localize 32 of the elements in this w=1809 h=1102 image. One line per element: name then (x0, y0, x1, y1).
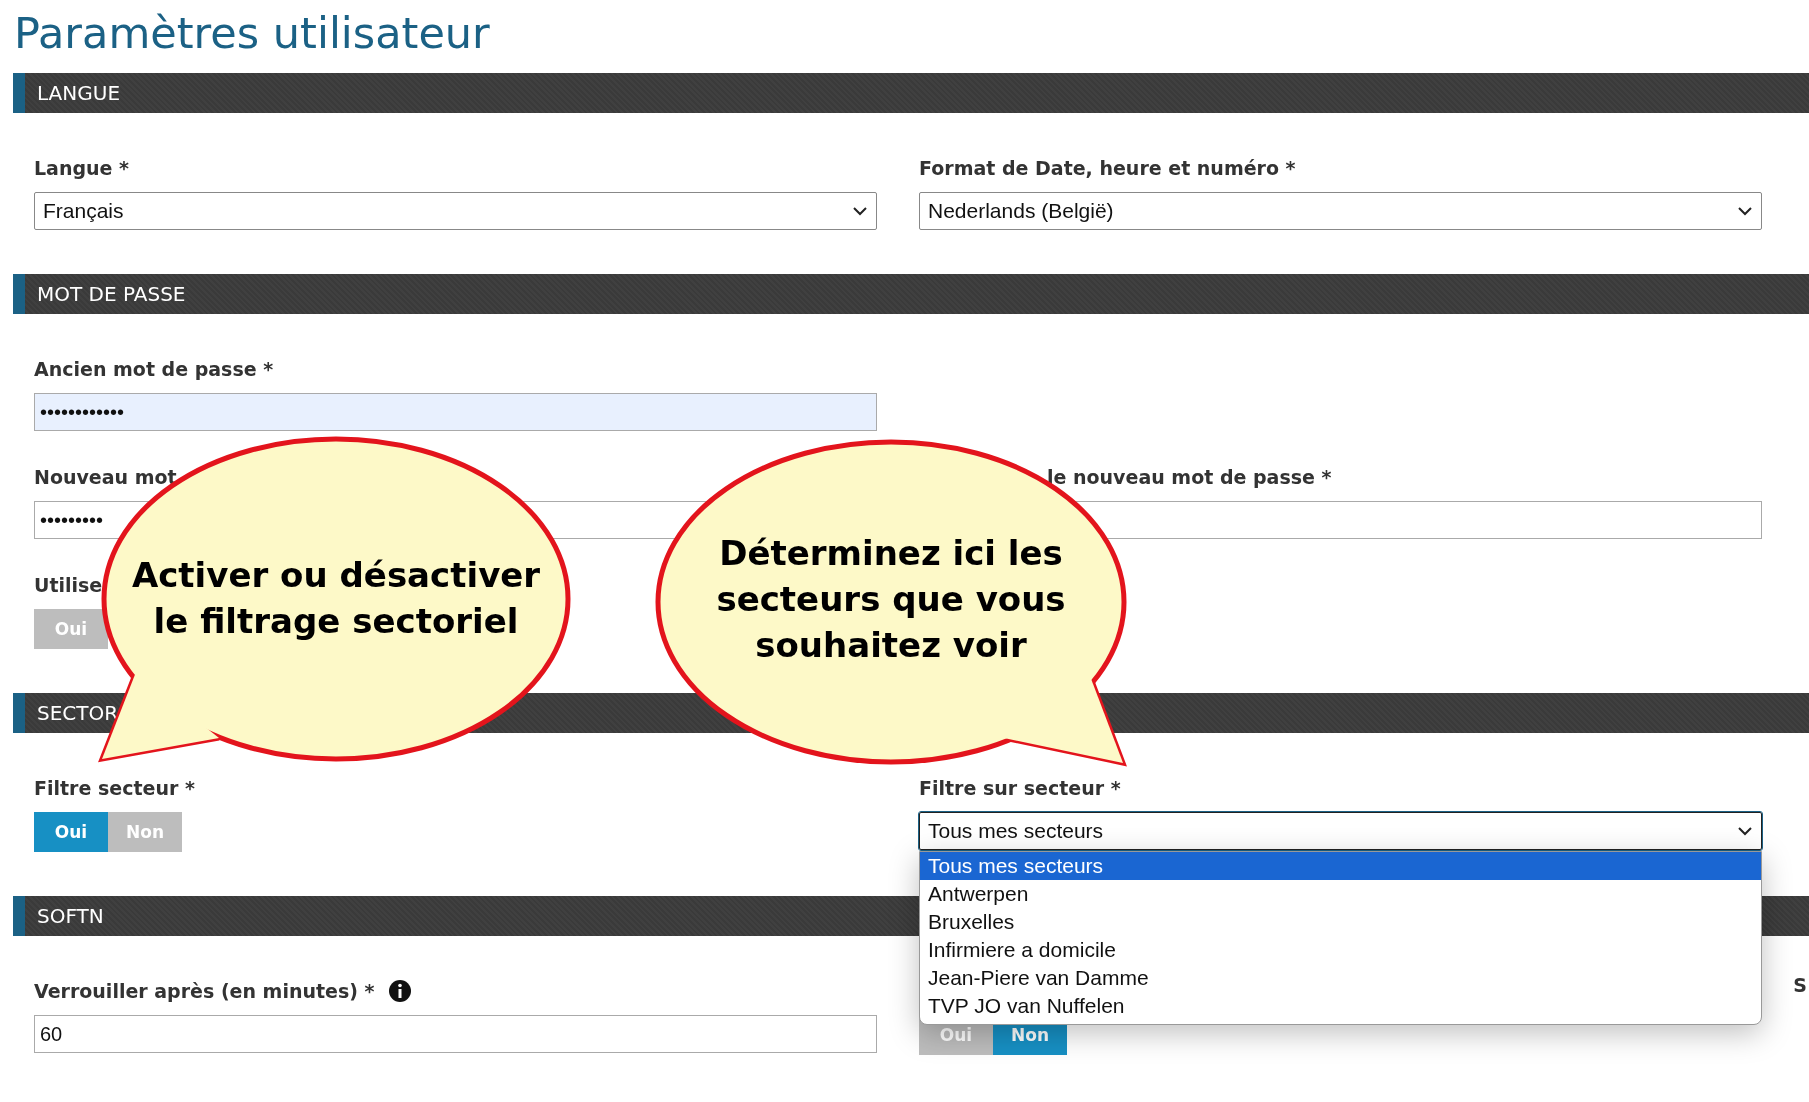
field-label: Filtre secteur * (34, 776, 195, 801)
field-label: Langue * (34, 156, 130, 181)
field-label: le nouveau mot de passe * (1047, 465, 1332, 490)
field-label: Nouveau mot (34, 465, 177, 490)
dropdown-option[interactable]: Antwerpen (920, 880, 1761, 908)
field-label: Verrouiller après (en minutes) * (34, 980, 375, 1002)
dropdown-option[interactable]: Bruxelles (920, 908, 1761, 936)
section-title: LANGUE (36, 81, 121, 105)
field-label: Format de Date, heure et numéro * (919, 156, 1296, 181)
dropdown-select[interactable]: Tous mes secteurs (919, 812, 1762, 850)
dropdown-select[interactable]: Nederlands (België) (919, 192, 1762, 230)
input-field[interactable]: 60 (34, 1015, 877, 1053)
field-label: Filtre sur secteur * (919, 776, 1121, 801)
section-title: SOFTN (36, 904, 104, 928)
callout-text: Activer ou désactiver le filtrage sectoriel (131, 554, 541, 643)
section-title: MOT DE PASSE (36, 282, 186, 306)
field-label: S (1793, 974, 1807, 996)
dropdown-option[interactable]: Jean-Piere van Damme (920, 964, 1761, 992)
toggle-option[interactable]: Oui (34, 812, 108, 852)
field-label: Utilise (34, 573, 103, 598)
chevron-down-icon (1737, 826, 1753, 836)
page-title: Paramètres utilisateur (13, 7, 491, 60)
dropdown-option[interactable]: Tous mes secteurs (920, 852, 1761, 880)
info-icon[interactable] (388, 979, 413, 1003)
dropdown-option[interactable]: Infirmiere a domicile (920, 936, 1761, 964)
chevron-down-icon (1737, 206, 1753, 216)
callout-text: Déterminez ici les secteurs que vous souhaitez voir (716, 532, 1066, 667)
chevron-down-icon (852, 206, 868, 216)
password-field[interactable]: •••••••••••• (34, 393, 877, 431)
dropdown-select[interactable]: Français (34, 192, 877, 230)
section-title: SECTOR (36, 701, 119, 725)
field-label: Ancien mot de passe * (34, 357, 274, 382)
